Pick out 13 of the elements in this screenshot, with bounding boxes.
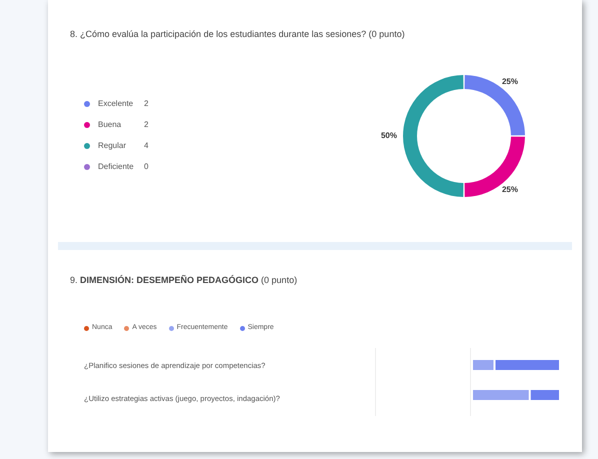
question-title: 8. ¿Cómo evalúa la participación de los estudiantes durante las sesiones? (0 punto) bbox=[69, 28, 406, 41]
legend-count: 2 bbox=[144, 98, 148, 110]
legend-count: 0 bbox=[144, 161, 148, 173]
legend-label: Deficiente bbox=[98, 161, 135, 173]
data-label: 50% bbox=[381, 130, 397, 140]
legend-label: Regular bbox=[98, 140, 128, 152]
legend-count: 2 bbox=[144, 119, 148, 131]
legend-count: 4 bbox=[144, 140, 148, 152]
data-label: 25% bbox=[502, 184, 518, 194]
question-title: 9. DIMENSIÓN: DESEMPEÑO PEDAGÓGICO (0 punto) bbox=[69, 274, 298, 287]
data-label: 25% bbox=[502, 76, 518, 86]
legend-label: Buena bbox=[98, 119, 122, 131]
legend-label: Excelente bbox=[98, 98, 134, 110]
